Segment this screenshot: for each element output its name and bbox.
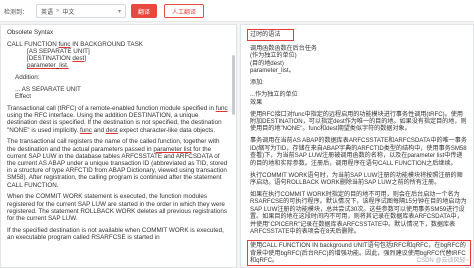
translation-paragraph-2: 事务调用在当前AS ABAP的数据库表ARFCSSTATE和ARFCSDATA中… xyxy=(250,137,467,167)
source-syntax-block: CALL FUNCTION func IN BACKGROUND TASK [A… xyxy=(7,40,143,70)
detect-label: 检测到： xyxy=(4,9,29,16)
human-translate-button[interactable]: 人工翻译 xyxy=(164,4,204,18)
source-paragraph-2: The transactional call registers the nam… xyxy=(7,138,228,189)
source-paragraph-3: When the COMMIT WORK statement is execut… xyxy=(7,193,228,223)
translation-text: 过时的语法 调用函数函数在后台任务 (作为独立的单位) (目的地dest) pa… xyxy=(247,29,471,267)
source-scrollbar[interactable] xyxy=(232,55,235,115)
translation-heading-highlight: 过时的语法 xyxy=(247,29,294,41)
source-addition-label: Addition: xyxy=(15,74,40,82)
watermark: CSDN @云淡风轻~ xyxy=(416,258,469,264)
translation-panel: 过时的语法 调用函数函数在后台任务 (作为独立的单位) (目的地dest) pa… xyxy=(240,24,474,268)
translation-addition-label: 添加: xyxy=(250,79,264,87)
translation-heading: 过时的语法 xyxy=(250,31,281,38)
source-paragraph-1: Transactional call (tRFC) of a remote-en… xyxy=(7,105,228,134)
translate-toolbar: 检测到： 英语 » 中文 ▾ 翻译 人工翻译 xyxy=(0,0,474,22)
translation-addition: ...作为独立的单位 效果 xyxy=(250,91,298,106)
source-paragraph-4: If the specified destination is not avai… xyxy=(7,226,224,242)
translation-paragraph-3: 执行COMMIT WORK语句时，为当前SAP LUW注册的功能模块将按照注册的… xyxy=(250,171,463,187)
target-language: 中文 xyxy=(62,9,75,16)
translation-syntax-block: 调用函数函数在后台任务 (作为独立的单位) (目的地dest) paramete… xyxy=(250,45,318,75)
language-select[interactable]: 英语 » 中文 ▾ xyxy=(36,4,126,18)
source-addition: ... AS SEPARATE UNIT Effect xyxy=(15,86,81,101)
swap-arrow-icon: » xyxy=(56,8,60,14)
translate-button[interactable]: 翻译 xyxy=(131,4,157,18)
source-language: 英语 xyxy=(41,9,54,16)
source-heading: Obsolete Syntax xyxy=(7,29,54,36)
chevron-down-icon: ▾ xyxy=(117,9,121,15)
source-text-panel[interactable]: Obsolete Syntax CALL FUNCTION func IN BA… xyxy=(0,24,237,268)
translation-paragraph-4: 如果在执行COMMIT WORK时指定的目的地不可用，则会在后台启动一个名为RS… xyxy=(250,191,467,236)
translation-paragraph-1: 使用RFC接口对func中指定的远程启用的功能模块进行事务性调用(tRFC)。使… xyxy=(250,110,467,133)
source-text[interactable]: Obsolete Syntax CALL FUNCTION func IN BA… xyxy=(7,29,229,246)
